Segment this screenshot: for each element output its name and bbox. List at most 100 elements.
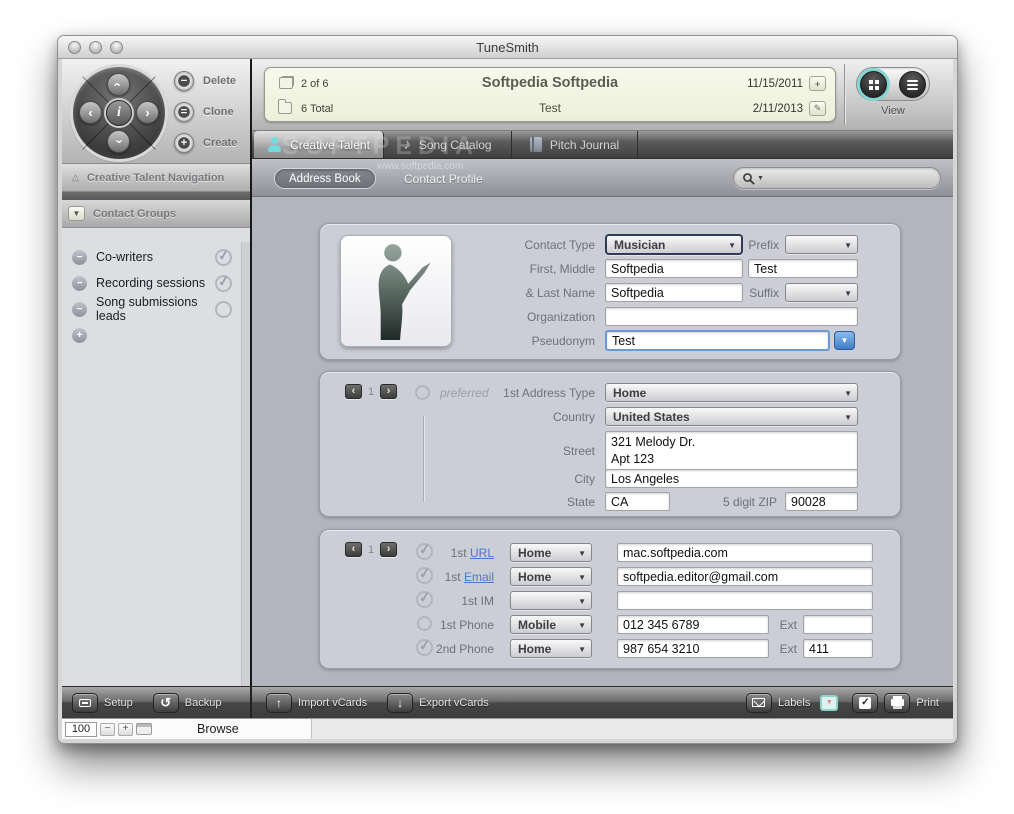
contact-type-label: Contact Type xyxy=(320,238,605,252)
url-type-select[interactable]: Home xyxy=(510,543,592,562)
email-label: 1st Email xyxy=(320,570,502,584)
suffix-select[interactable] xyxy=(785,283,858,302)
im-check-toggle[interactable] xyxy=(416,591,433,608)
export-vcards-button[interactable] xyxy=(387,693,413,713)
title-bar: TuneSmith xyxy=(58,36,957,59)
email-type-select[interactable]: Home xyxy=(510,567,592,586)
delete-record-button[interactable] xyxy=(174,71,194,91)
grid-view-button[interactable] xyxy=(860,71,887,98)
remove-group-icon[interactable] xyxy=(72,250,87,265)
nav-previous-button[interactable] xyxy=(79,101,102,124)
tab-song-catalog[interactable]: Song Catalog xyxy=(384,131,512,158)
status-bar-left: 100 Browse xyxy=(62,719,312,739)
bottom-toolbar-right: Labels Print xyxy=(746,693,953,713)
search-field[interactable] xyxy=(733,167,941,189)
remove-group-icon[interactable] xyxy=(72,302,87,317)
clone-record-button[interactable] xyxy=(174,102,194,122)
search-scope-dropdown[interactable] xyxy=(757,175,764,182)
labels-dropdown-button[interactable] xyxy=(820,695,838,711)
modified-date: 2/11/2013 xyxy=(753,103,803,115)
contact-methods-panel: 1 1st URL Home 1st Email Home xyxy=(319,529,901,669)
group-label: Recording sessions xyxy=(96,276,206,290)
import-vcards-label: Import vCards xyxy=(298,697,367,709)
phone1-radio[interactable] xyxy=(417,616,432,631)
im-type-select[interactable] xyxy=(510,591,592,610)
group-check-toggle[interactable] xyxy=(215,301,232,318)
tab-creative-talent[interactable]: Creative Talent xyxy=(254,131,384,158)
print-button[interactable] xyxy=(884,693,910,713)
remove-group-icon[interactable] xyxy=(72,276,87,291)
backup-button[interactable] xyxy=(153,693,179,713)
checklist-button[interactable] xyxy=(852,693,878,713)
status-bar: 100 Browse xyxy=(62,718,953,739)
phone2-check-toggle[interactable] xyxy=(416,639,433,656)
group-label: Song submissions leads xyxy=(96,295,206,323)
zoom-in-button[interactable] xyxy=(118,723,133,736)
nav-down-button[interactable] xyxy=(107,130,130,153)
im-field[interactable] xyxy=(617,591,873,610)
delete-label: Delete xyxy=(203,75,236,87)
phone1-type-select[interactable]: Mobile xyxy=(510,615,592,634)
address-type-select[interactable]: Home xyxy=(605,383,858,402)
phone2-ext-field[interactable] xyxy=(803,639,873,658)
view-switcher xyxy=(856,67,930,101)
contact-groups-header[interactable]: Contact Groups xyxy=(62,200,250,228)
country-select[interactable]: United States xyxy=(605,407,858,426)
city-label: City xyxy=(320,472,605,486)
sidebar-scrollbar[interactable] xyxy=(241,242,250,686)
organization-field[interactable] xyxy=(605,307,858,326)
create-record-button[interactable] xyxy=(174,133,194,153)
backup-label: Backup xyxy=(185,697,222,709)
list-item[interactable]: Recording sessions xyxy=(62,270,250,296)
url-check-toggle[interactable] xyxy=(416,543,433,560)
setup-button[interactable] xyxy=(72,693,98,713)
prefix-select[interactable] xyxy=(785,235,858,254)
groups-dropdown-button[interactable] xyxy=(68,206,85,221)
group-check-toggle[interactable] xyxy=(215,275,232,292)
city-field[interactable] xyxy=(605,469,858,488)
search-input[interactable] xyxy=(766,169,940,187)
list-item[interactable]: Song submissions leads xyxy=(62,296,250,322)
music-figure-icon xyxy=(403,137,411,152)
sidebar-nav-header[interactable]: △ Creative Talent Navigation xyxy=(62,164,250,192)
subtab-contact-profile[interactable]: Contact Profile xyxy=(404,172,483,186)
pseudonym-dropdown-button[interactable] xyxy=(834,331,855,350)
email-field[interactable] xyxy=(617,567,873,586)
edit-date-button[interactable] xyxy=(809,101,826,116)
layout-mode-icon[interactable] xyxy=(136,723,152,735)
phone2-type-select[interactable]: Home xyxy=(510,639,592,658)
middle-name-field[interactable] xyxy=(748,259,858,278)
pseudonym-field[interactable] xyxy=(605,330,830,351)
subtab-label: Address Book xyxy=(289,173,361,185)
info-button[interactable]: i xyxy=(106,100,132,126)
email-link[interactable]: Email xyxy=(464,570,494,584)
street-field[interactable]: 321 Melody Dr. Apt 123 xyxy=(605,431,858,471)
tab-pitch-journal[interactable]: Pitch Journal xyxy=(512,131,638,158)
url-field[interactable] xyxy=(617,543,873,562)
import-vcards-button[interactable] xyxy=(266,693,292,713)
phone2-field[interactable] xyxy=(617,639,769,658)
state-field[interactable] xyxy=(605,492,670,511)
grid-view-icon xyxy=(869,80,873,84)
list-item[interactable]: Co-writers xyxy=(62,244,250,270)
first-name-field[interactable] xyxy=(605,259,743,278)
last-name-field[interactable] xyxy=(605,283,743,302)
list-view-button[interactable] xyxy=(899,71,926,98)
phone1-field[interactable] xyxy=(617,615,769,634)
nav-up-button[interactable] xyxy=(107,73,130,96)
phone1-ext-label: Ext xyxy=(769,618,803,632)
add-group-button[interactable] xyxy=(72,328,87,343)
im-label: 1st IM xyxy=(320,594,502,608)
email-check-toggle[interactable] xyxy=(416,567,433,584)
zip-field[interactable] xyxy=(785,492,858,511)
labels-button[interactable] xyxy=(746,693,772,713)
nav-next-button[interactable] xyxy=(136,101,159,124)
add-date-button[interactable] xyxy=(809,76,826,91)
zoom-out-button[interactable] xyxy=(100,723,115,736)
phone1-ext-field[interactable] xyxy=(803,615,873,634)
subtab-address-book[interactable]: Address Book xyxy=(274,168,376,189)
group-check-toggle[interactable] xyxy=(215,249,232,266)
url-link[interactable]: URL xyxy=(470,546,494,560)
contact-type-select[interactable]: Musician xyxy=(605,234,743,255)
address-type-value: Home xyxy=(613,386,646,400)
